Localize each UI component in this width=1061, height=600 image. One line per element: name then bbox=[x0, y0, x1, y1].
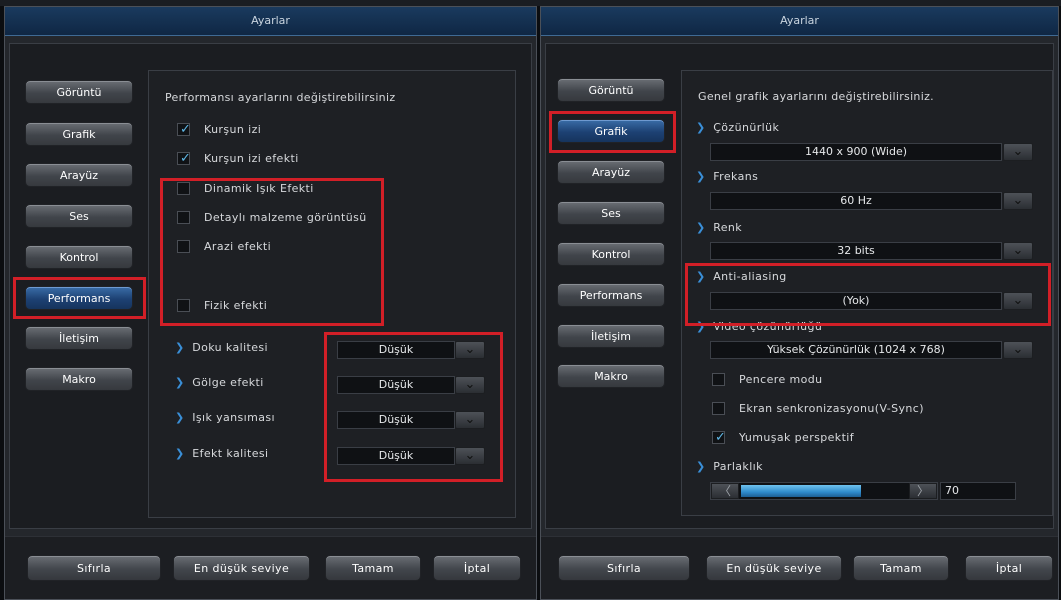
chevron-right-icon: ❯ bbox=[175, 341, 185, 354]
chevron-right-icon: ❯ bbox=[175, 411, 185, 424]
setting-label: Işık yansıması bbox=[192, 411, 275, 424]
checkbox-label: Kurşun izi efekti bbox=[204, 152, 299, 165]
nav-makro-button[interactable]: Makro bbox=[557, 364, 665, 388]
setting-row: ❯ Parlaklık bbox=[696, 460, 763, 473]
checkbox-label: Ekran senkronizasyonu(V-Sync) bbox=[739, 402, 924, 415]
chevron-down-icon[interactable]: ⌄ bbox=[1003, 143, 1033, 161]
nav-iletisim-button[interactable]: İletişim bbox=[557, 324, 665, 348]
chevron-right-icon[interactable]: 〉 bbox=[909, 483, 937, 499]
checkbox-row[interactable]: ✓ Kurşun izi efekti bbox=[177, 152, 299, 165]
nav-goruntu-button[interactable]: Görüntü bbox=[25, 80, 133, 104]
settings-window-graphics: Ayarlar Görüntü Grafik Arayüz Ses Kontro… bbox=[540, 6, 1059, 600]
setting-label: Parlaklık bbox=[713, 460, 763, 473]
nav-goruntu-button[interactable]: Görüntü bbox=[557, 78, 665, 102]
checkbox-row[interactable]: Ekran senkronizasyonu(V-Sync) bbox=[712, 402, 924, 415]
checkbox-label: Pencere modu bbox=[739, 373, 823, 386]
cancel-button[interactable]: İptal bbox=[433, 555, 521, 581]
highlight-box bbox=[685, 263, 1051, 326]
setting-label: Frekans bbox=[713, 170, 759, 183]
nav-arayuz-button[interactable]: Arayüz bbox=[25, 163, 133, 187]
video-resolution-dropdown[interactable]: Yüksek Çözünürlük (1024 x 768) bbox=[710, 341, 1002, 359]
checkbox[interactable] bbox=[712, 373, 725, 386]
chevron-right-icon: ❯ bbox=[175, 376, 185, 389]
cancel-button[interactable]: İptal bbox=[965, 555, 1053, 581]
setting-row: ❯ Frekans bbox=[696, 170, 758, 183]
chevron-right-icon: ❯ bbox=[696, 460, 706, 473]
nav-makro-button[interactable]: Makro bbox=[25, 367, 133, 391]
window-title: Ayarlar bbox=[541, 7, 1058, 36]
setting-label: Efekt kalitesi bbox=[192, 447, 269, 460]
frequency-dropdown[interactable]: 60 Hz bbox=[710, 192, 1002, 210]
settings-body: Görüntü Grafik Arayüz Ses Kontrol Perfor… bbox=[545, 43, 1054, 529]
nav-arayuz-button[interactable]: Arayüz bbox=[557, 160, 665, 184]
quality-row: ❯ Doku kalitesi bbox=[175, 341, 268, 354]
chevron-down-icon[interactable]: ⌄ bbox=[1003, 341, 1033, 359]
checkbox[interactable] bbox=[712, 402, 725, 415]
chevron-down-icon[interactable]: ⌄ bbox=[1003, 242, 1033, 260]
brightness-value: 70 bbox=[940, 482, 1016, 500]
setting-label: Çözünürlük bbox=[713, 121, 780, 134]
lowest-level-button[interactable]: En düşük seviye bbox=[173, 555, 310, 581]
reset-button[interactable]: Sıfırla bbox=[558, 555, 690, 581]
slider-fill bbox=[741, 485, 861, 497]
setting-row: ❯ Çözünürlük bbox=[696, 121, 779, 134]
checkbox-label: Kurşun izi bbox=[204, 123, 262, 136]
chevron-right-icon: ❯ bbox=[696, 170, 706, 183]
checkbox-label: Yumuşak perspektif bbox=[739, 431, 855, 444]
panel-title: Genel grafik ayarlarını değiştirebilirsi… bbox=[698, 90, 934, 103]
nav-ses-button[interactable]: Ses bbox=[25, 204, 133, 228]
chevron-right-icon: ❯ bbox=[175, 447, 185, 460]
highlight-box bbox=[549, 111, 676, 153]
nav-iletisim-button[interactable]: İletişim bbox=[25, 326, 133, 350]
settings-window-performance: Ayarlar Görüntü Grafik Arayüz Ses Kontro… bbox=[4, 6, 537, 600]
check-icon: ✓ bbox=[180, 151, 191, 166]
checkbox-row[interactable]: Pencere modu bbox=[712, 373, 823, 386]
reset-button[interactable]: Sıfırla bbox=[27, 555, 161, 581]
nav-kontrol-button[interactable]: Kontrol bbox=[557, 242, 665, 266]
chevron-down-icon[interactable]: ⌄ bbox=[1003, 192, 1033, 210]
setting-label: Renk bbox=[713, 221, 743, 234]
bottom-button-bar: Sıfırla En düşük seviye Tamam İptal bbox=[541, 536, 1058, 599]
setting-row: ❯ Renk bbox=[696, 221, 742, 234]
window-title: Ayarlar bbox=[5, 7, 536, 36]
brightness-slider[interactable]: 〈 〉 bbox=[710, 482, 938, 500]
ok-button[interactable]: Tamam bbox=[853, 555, 949, 581]
quality-row: ❯ Işık yansıması bbox=[175, 411, 275, 424]
lowest-level-button[interactable]: En düşük seviye bbox=[706, 555, 842, 581]
highlight-box bbox=[160, 178, 384, 326]
checkbox-row[interactable]: ✓ Yumuşak perspektif bbox=[712, 431, 854, 444]
chevron-right-icon: ❯ bbox=[696, 221, 706, 234]
settings-body: Görüntü Grafik Arayüz Ses Kontrol Perfor… bbox=[9, 43, 532, 529]
quality-row: ❯ Gölge efekti bbox=[175, 376, 264, 389]
setting-label: Doku kalitesi bbox=[192, 341, 269, 354]
setting-label: Gölge efekti bbox=[192, 376, 264, 389]
quality-row: ❯ Efekt kalitesi bbox=[175, 447, 269, 460]
ok-button[interactable]: Tamam bbox=[325, 555, 421, 581]
color-depth-dropdown[interactable]: 32 bits bbox=[710, 242, 1002, 260]
resolution-dropdown[interactable]: 1440 x 900 (Wide) bbox=[710, 143, 1002, 161]
checkbox[interactable]: ✓ bbox=[177, 122, 191, 137]
check-icon: ✓ bbox=[715, 430, 726, 445]
nav-grafik-button[interactable]: Grafik bbox=[25, 122, 133, 146]
highlight-box bbox=[13, 277, 146, 319]
chevron-right-icon: ❯ bbox=[696, 121, 706, 134]
highlight-box bbox=[324, 332, 503, 482]
chevron-left-icon[interactable]: 〈 bbox=[711, 483, 739, 499]
panel-title: Performansı ayarlarını değiştirebilirsin… bbox=[165, 91, 396, 104]
nav-ses-button[interactable]: Ses bbox=[557, 201, 665, 225]
check-icon: ✓ bbox=[180, 122, 191, 137]
nav-kontrol-button[interactable]: Kontrol bbox=[25, 245, 133, 269]
checkbox[interactable]: ✓ bbox=[712, 430, 726, 445]
bottom-button-bar: Sıfırla En düşük seviye Tamam İptal bbox=[5, 536, 536, 599]
nav-performans-button[interactable]: Performans bbox=[557, 283, 665, 307]
checkbox[interactable]: ✓ bbox=[177, 151, 191, 166]
checkbox-row[interactable]: ✓ Kurşun izi bbox=[177, 123, 261, 136]
